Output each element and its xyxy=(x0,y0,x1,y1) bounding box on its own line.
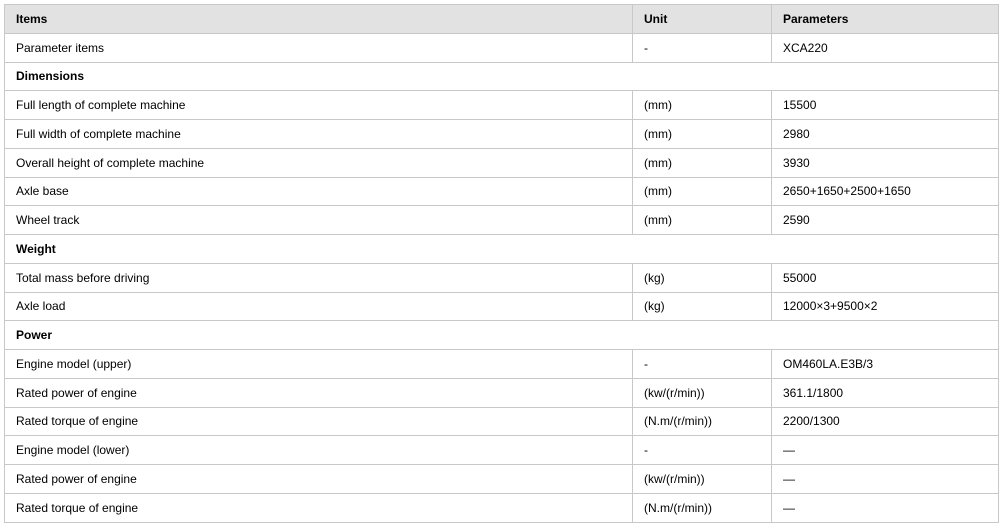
section-row: Power xyxy=(4,320,999,350)
cell-unit: (N.m/(r/min)) xyxy=(632,406,772,437)
cell-value: — xyxy=(771,464,999,494)
cell-item: Parameter items xyxy=(4,32,633,63)
table-row: Axle base (mm) 2650+1650+2500+1650 xyxy=(4,176,999,207)
spec-table: Items Unit Parameters Parameter items - XC… xyxy=(4,4,999,523)
cell-value: — xyxy=(771,492,999,523)
cell-item: Engine model (lower) xyxy=(4,435,633,465)
cell-item: Full length of complete machine xyxy=(4,90,633,120)
cell-item: Engine model (upper) xyxy=(4,349,633,379)
cell-unit: (mm) xyxy=(632,147,772,178)
cell-unit: (N.m/(r/min)) xyxy=(632,492,772,523)
cell-item: Rated power of engine xyxy=(4,464,633,494)
table-row: Axle load (kg) 12000×3+9500×2 xyxy=(4,291,999,322)
cell-item: Rated torque of engine xyxy=(4,406,633,437)
cell-value: 2980 xyxy=(771,119,999,149)
cell-unit: (kg) xyxy=(632,262,772,293)
cell-value: 2590 xyxy=(771,205,999,235)
cell-value: 361.1/1800 xyxy=(771,377,999,408)
table-row: Engine model (upper) - OM460LA.E3B/3 xyxy=(4,349,999,379)
table-row: Overall height of complete machine (mm) 39… xyxy=(4,147,999,178)
cell-value: 2200/1300 xyxy=(771,406,999,437)
cell-value: 2650+1650+2500+1650 xyxy=(771,176,999,207)
cell-unit: (mm) xyxy=(632,90,772,120)
cell-item: Axle base xyxy=(4,176,633,207)
cell-unit: (kw/(r/min)) xyxy=(632,377,772,408)
table-row: Rated torque of engine (N.m/(r/min)) 2200/… xyxy=(4,406,999,437)
cell-item: Overall height of complete machine xyxy=(4,147,633,178)
section-row: Weight xyxy=(4,234,999,264)
cell-unit: (mm) xyxy=(632,176,772,207)
cell-unit: (kw/(r/min)) xyxy=(632,464,772,494)
header-unit: Unit xyxy=(632,4,772,34)
cell-value: — xyxy=(771,435,999,465)
cell-value: 3930 xyxy=(771,147,999,178)
table-row: Wheel track (mm) 2590 xyxy=(4,205,999,235)
table-row: Total mass before driving (kg) 55000 xyxy=(4,262,999,293)
cell-unit: - xyxy=(632,435,772,465)
cell-value: XCA220 xyxy=(771,32,999,63)
cell-item: Total mass before driving xyxy=(4,262,633,293)
cell-unit: - xyxy=(632,32,772,63)
cell-value: 12000×3+9500×2 xyxy=(771,291,999,322)
cell-value: 15500 xyxy=(771,90,999,120)
cell-value: OM460LA.E3B/3 xyxy=(771,349,999,379)
header-items: Items xyxy=(4,4,633,34)
cell-item: Axle load xyxy=(4,291,633,322)
header-row: Items Unit Parameters xyxy=(4,4,999,34)
table-row: Engine model (lower) - — xyxy=(4,435,999,465)
section-label: Dimensions xyxy=(4,61,999,92)
cell-unit: (mm) xyxy=(632,119,772,149)
section-label: Power xyxy=(4,320,999,350)
cell-unit: (mm) xyxy=(632,205,772,235)
cell-item: Rated torque of engine xyxy=(4,492,633,523)
section-row: Dimensions xyxy=(4,61,999,92)
header-parameters: Parameters xyxy=(771,4,999,34)
table-row: Full length of complete machine (mm) 15500 xyxy=(4,90,999,120)
section-label: Weight xyxy=(4,234,999,264)
cell-unit: (kg) xyxy=(632,291,772,322)
cell-value: 55000 xyxy=(771,262,999,293)
table-row: Rated power of engine (kw/(r/min)) 361.1/1… xyxy=(4,377,999,408)
cell-unit: - xyxy=(632,349,772,379)
table-row: Full width of complete machine (mm) 2980 xyxy=(4,119,999,149)
cell-item: Rated power of engine xyxy=(4,377,633,408)
table-row: Rated power of engine (kw/(r/min)) — xyxy=(4,464,999,494)
table-row: Parameter items - XCA220 xyxy=(4,32,999,63)
table-body: Parameter items - XCA220 Dimensions Full len… xyxy=(4,32,999,523)
table-row: Rated torque of engine (N.m/(r/min)) — xyxy=(4,492,999,523)
cell-item: Full width of complete machine xyxy=(4,119,633,149)
cell-item: Wheel track xyxy=(4,205,633,235)
